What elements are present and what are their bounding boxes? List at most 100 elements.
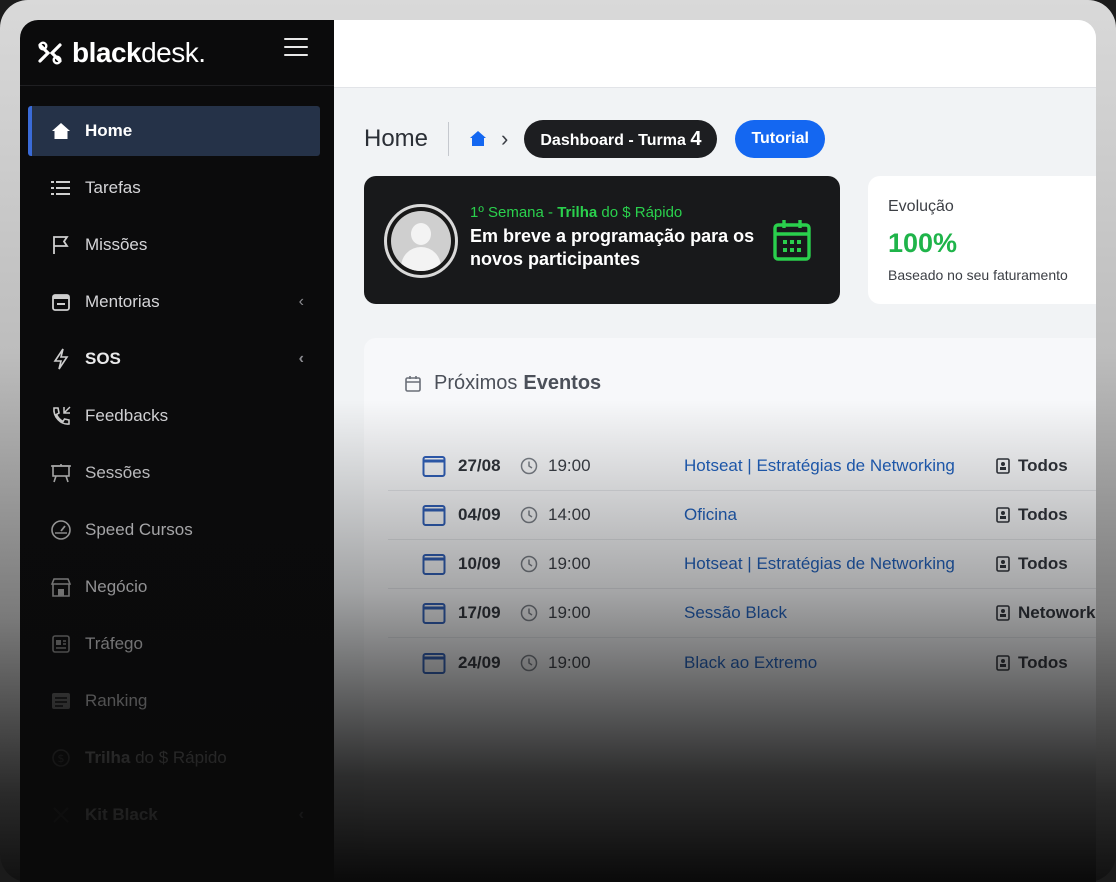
list-icon — [50, 177, 72, 199]
event-audience: Todos — [1018, 505, 1068, 524]
sidebar-item-home[interactable]: Home — [28, 106, 320, 156]
audience-icon — [996, 605, 1010, 621]
flag-icon — [50, 234, 72, 256]
clock-icon — [520, 457, 538, 475]
clock-icon — [520, 604, 538, 622]
event-title-link[interactable]: Sessão Black — [684, 603, 996, 623]
sidebar-item-kit-black[interactable]: Kit Black ‹ — [28, 790, 320, 840]
calendar-icon — [422, 652, 446, 674]
sidebar-item-label: Tráfego — [85, 634, 143, 653]
store-icon — [50, 576, 72, 598]
event-date: 10/09 — [458, 554, 501, 573]
calendar-icon — [50, 291, 72, 313]
sidebar-item-negocio[interactable]: Negócio — [28, 562, 320, 612]
breadcrumb-divider — [448, 122, 450, 156]
dollar-coin-icon: $ — [50, 747, 72, 769]
sidebar-item-label: Negócio — [85, 577, 148, 596]
sidebar-item-sessoes[interactable]: Sessões — [28, 448, 320, 498]
event-audience: Todos — [1018, 456, 1068, 475]
brand-header: blackdesk. — [20, 20, 334, 86]
event-date: 04/09 — [458, 505, 501, 524]
sidebar-item-trafego[interactable]: Tráfego — [28, 619, 320, 669]
sidebar-item-label: Home — [85, 121, 133, 140]
event-date: 24/09 — [458, 652, 501, 672]
event-title-link[interactable]: Hotseat | Estratégias de Networking — [684, 554, 996, 574]
audience-icon — [996, 458, 1010, 474]
trilha-banner: 1º Semana - Trilha do $ Rápido Em breve … — [364, 176, 840, 304]
clock-icon — [520, 654, 538, 671]
calendar-icon — [405, 375, 421, 392]
event-time: 19:00 — [548, 652, 591, 672]
sidebar-item-label: Mentorias — [85, 292, 160, 311]
event-row[interactable]: 04/09 14:00 Oficina Todos — [388, 491, 1096, 540]
sidebar-item-label: Feedbacks — [85, 406, 169, 425]
sidebar-item-label: Kit Black — [85, 805, 158, 824]
speedometer-icon — [50, 519, 72, 541]
event-time: 19:00 — [548, 603, 591, 622]
event-title-link[interactable]: Black ao Extremo — [684, 653, 996, 673]
event-row[interactable]: 24/09 19:00 Black ao Extremo Todos — [388, 638, 1096, 687]
calendar-icon — [422, 603, 446, 624]
avatar — [384, 204, 458, 278]
event-audience: Todos — [1018, 652, 1068, 672]
sidebar-item-tarefas[interactable]: Tarefas — [28, 163, 320, 213]
calendar-icon — [422, 505, 446, 526]
breadcrumb: Home › Dashboard - Turma 4 Tutorial — [364, 120, 825, 158]
ad-board-icon — [50, 633, 72, 655]
sidebar-item-label: Sessões — [85, 463, 151, 482]
audience-icon — [996, 556, 1010, 572]
sidebar-item-label: Speed Cursos — [85, 520, 193, 539]
event-row[interactable]: 27/08 19:00 Hotseat | Estratégias de Net… — [388, 442, 1096, 491]
sidebar-item-trilha[interactable]: $ Trilha do $ Rápido — [28, 733, 320, 783]
clock-icon — [520, 506, 538, 524]
sidebar-item-speed-cursos[interactable]: Speed Cursos — [28, 505, 320, 555]
sidebar-item-sos[interactable]: SOS ‹ — [28, 334, 320, 384]
evolution-label: Evolução — [888, 198, 954, 215]
page-title: Home — [364, 125, 429, 152]
audience-icon — [996, 654, 1010, 671]
evolution-card: Evolução 100% Baseado no seu faturamento — [868, 176, 1096, 304]
sidebar-item-label: SOS — [85, 349, 121, 368]
chevron-left-icon: ‹ — [298, 293, 304, 310]
sidebar-item-label: Trilha do $ Rápido — [85, 748, 227, 767]
event-date: 27/08 — [458, 456, 501, 475]
presentation-board-icon — [50, 462, 72, 484]
sidebar-item-label: Tarefas — [85, 178, 141, 197]
sidebar-item-feedbacks[interactable]: Feedbacks — [28, 391, 320, 441]
sidebar-item-ranking[interactable]: Ranking — [28, 676, 320, 726]
event-time: 19:00 — [548, 554, 591, 573]
chevron-left-icon: ‹ — [298, 806, 304, 823]
banner-message: Em breve a programação para os novos par… — [470, 226, 755, 269]
chevron-right-icon: › — [501, 126, 509, 151]
sidebar-item-missoes[interactable]: Missões — [28, 220, 320, 270]
app-window: blackdesk. Home Tarefas Missões Mentoria… — [20, 20, 1096, 882]
brand-name: blackdesk. — [72, 36, 206, 68]
dashboard-turma-pill[interactable]: Dashboard - Turma 4 — [524, 120, 718, 158]
event-row[interactable]: 10/09 19:00 Hotseat | Estratégias de Net… — [388, 540, 1096, 589]
top-bar — [334, 20, 1096, 88]
ranking-list-icon — [50, 690, 72, 712]
sidebar: blackdesk. Home Tarefas Missões Mentoria… — [20, 20, 334, 882]
upcoming-events-panel: Próximos Eventos 27/08 19:00 Hotseat | Es… — [364, 338, 1096, 858]
chevron-left-icon: ‹ — [298, 350, 304, 367]
banner-week-label: 1º Semana - Trilha do $ Rápido — [470, 204, 683, 221]
breadcrumb-home-icon[interactable] — [469, 130, 487, 148]
events-heading: Próximos Eventos — [404, 372, 601, 395]
event-audience: Todos — [1018, 554, 1068, 573]
event-time: 14:00 — [548, 505, 591, 524]
lightning-icon — [50, 348, 72, 370]
blackdesk-logo-icon — [38, 41, 62, 65]
svg-text:$: $ — [58, 752, 65, 765]
evolution-subtitle: Baseado no seu faturamento — [888, 267, 1068, 283]
event-title-link[interactable]: Hotseat | Estratégias de Networking — [684, 456, 996, 476]
sidebar-item-mentorias[interactable]: Mentorias ‹ — [28, 277, 320, 327]
event-title-link[interactable]: Oficina — [684, 505, 996, 525]
event-row[interactable]: 17/09 19:00 Sessão Black Netoworking — [388, 589, 1096, 638]
audience-icon — [996, 507, 1010, 523]
calendar-icon — [773, 220, 811, 261]
tutorial-button[interactable]: Tutorial — [735, 120, 825, 158]
calendar-icon — [422, 456, 446, 477]
event-time: 19:00 — [548, 456, 591, 475]
menu-toggle-icon[interactable] — [284, 38, 308, 58]
clock-icon — [520, 555, 538, 573]
